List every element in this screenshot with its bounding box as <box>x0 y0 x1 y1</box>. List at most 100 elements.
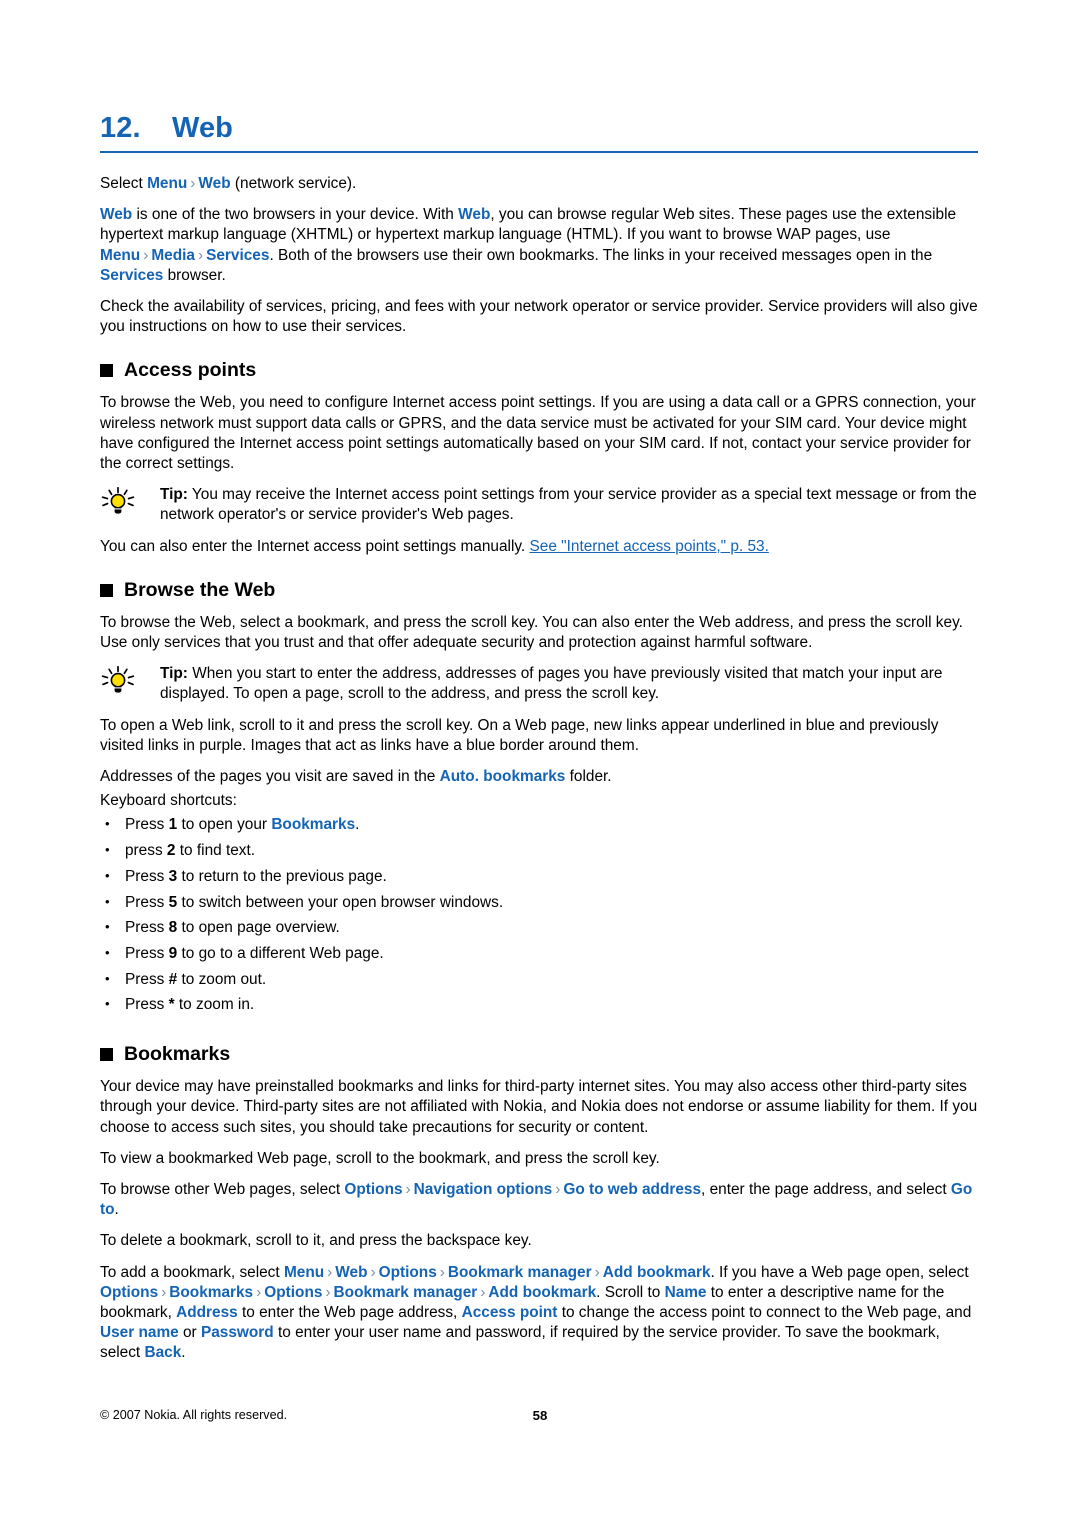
shortcut-mid: to switch between your open browser wind… <box>177 893 504 911</box>
shortcut-lead: Press <box>125 893 169 911</box>
shortcut-tail: . <box>355 816 360 834</box>
browse-paragraph-1: To browse the Web, select a bookmark, an… <box>100 613 963 652</box>
ui-term-options: Options <box>344 1180 403 1198</box>
shortcut-lead: press <box>125 842 167 860</box>
angle-bracket-separator-icon: › <box>555 1180 561 1198</box>
page-content: 12. Web Select Menu › Web (network service)… <box>100 112 980 1375</box>
ui-term-options-2: Options <box>100 1283 159 1301</box>
angle-bracket-separator-icon: › <box>256 1283 262 1301</box>
select-label: Select <box>100 175 143 192</box>
list-item: Press 9 to go to a different Web page. <box>100 943 980 970</box>
shortcut-lead: Press <box>125 944 169 962</box>
browse-other-tail: . <box>114 1201 119 1219</box>
chapter-number: 12. <box>100 112 141 144</box>
auto-bookmarks-lead: Addresses of the pages you visit are sav… <box>100 768 440 786</box>
shortcut-lead: Press <box>125 970 169 988</box>
list-item: press 2 to find text. <box>100 840 980 867</box>
angle-bracket-separator-icon: › <box>327 1263 333 1281</box>
angle-bracket-separator-icon: › <box>143 246 149 264</box>
ui-term-bookmark-manager-2: Bookmark manager <box>333 1283 478 1301</box>
shortcut-mid: to zoom in. <box>174 996 255 1014</box>
ui-term-options-3: Options <box>264 1283 323 1301</box>
black-square-bullet-icon <box>100 583 113 597</box>
ui-term-user-name: User name <box>100 1324 179 1342</box>
intro-text-1: is one of the two browsers in your devic… <box>132 206 459 224</box>
tip-body: You may receive the Internet access poin… <box>160 486 977 524</box>
section-heading-browse-the-web: Browse the Web <box>100 579 980 602</box>
ui-term-name: Name <box>664 1283 707 1301</box>
bookmarks-paragraph-5: To add a bookmark, select Menu › Web › Optio… <box>100 1263 980 1364</box>
ui-term-services-1: Services <box>206 246 270 264</box>
ui-term-navigation-options: Navigation options <box>413 1180 553 1198</box>
shortcut-mid: to go to a different Web page. <box>177 944 384 962</box>
tip-text-access-points: Tip: You may receive the Internet access… <box>160 485 980 525</box>
network-service-note: (network service). <box>234 175 357 192</box>
section-heading-label: Access points <box>124 359 257 382</box>
ui-term-add-bookmark-2: Add bookmark <box>488 1283 597 1301</box>
tip-block-browse: Tip: When you start to enter the address… <box>100 664 980 704</box>
intro-text-3: . Both of the browsers use their own boo… <box>269 246 933 264</box>
intro-select-line: Select Menu › Web (network service). <box>100 174 980 194</box>
add-bookmark-text-5: to enter the Web page address, <box>237 1303 462 1321</box>
tip-text-browse: Tip: When you start to enter the address… <box>160 664 980 704</box>
angle-bracket-separator-icon: › <box>594 1263 600 1281</box>
ui-term-web: Web <box>198 175 231 192</box>
auto-bookmarks-line: Addresses of the pages you visit are sav… <box>100 767 980 787</box>
ui-term-menu: Menu <box>283 1263 325 1281</box>
black-square-bullet-icon <box>100 364 113 378</box>
shortcut-mid: to zoom out. <box>177 970 267 988</box>
add-bookmark-text-9: . <box>181 1344 186 1362</box>
tip-block-access-points: Tip: You may receive the Internet access… <box>100 485 980 525</box>
title-divider <box>100 151 978 153</box>
ui-term-bookmark-manager: Bookmark manager <box>447 1263 592 1281</box>
ui-term-access-point: Access point <box>461 1303 558 1321</box>
ui-term-media: Media <box>151 246 195 264</box>
shortcut-key: 9 <box>168 944 178 962</box>
shortcut-lead: Press <box>125 919 169 937</box>
ui-term-services-2: Services <box>100 266 164 284</box>
access-points-paragraph-1: To browse the Web, you need to configure… <box>100 394 976 473</box>
list-item: Press 8 to open page overview. <box>100 917 980 944</box>
angle-bracket-separator-icon: › <box>325 1283 331 1301</box>
shortcut-lead: Press <box>125 816 169 834</box>
shortcut-lead: Press <box>125 996 169 1014</box>
auto-bookmarks-tail: folder. <box>565 768 612 786</box>
browse-other-lead: To browse other Web pages, select <box>100 1180 345 1198</box>
list-item: Press 1 to open your Bookmarks. <box>100 814 980 841</box>
add-bookmark-text-7: or <box>178 1324 201 1342</box>
lightbulb-icon <box>100 666 136 696</box>
intro-text-4: browser. <box>163 266 226 284</box>
intro-paragraph-2: Check the availability of services, pric… <box>100 298 978 336</box>
cross-reference-link[interactable]: See "Internet access points," p. 53. <box>530 538 769 555</box>
ui-term-web-2: Web <box>458 206 491 224</box>
section-heading-label: Browse the Web <box>124 578 276 601</box>
section-heading-bookmarks: Bookmarks <box>100 1043 980 1066</box>
bookmarks-paragraph-1: Your device may have preinstalled bookma… <box>100 1078 978 1136</box>
angle-bracket-separator-icon: › <box>480 1283 486 1301</box>
bookmarks-paragraph-2: To view a bookmarked Web page, scroll to… <box>100 1149 660 1167</box>
shortcut-key: 5 <box>168 893 178 911</box>
ui-term-web: Web <box>335 1263 368 1281</box>
ui-term-password: Password <box>200 1324 274 1342</box>
angle-bracket-separator-icon: › <box>197 246 204 264</box>
tip-body: When you start to enter the address, add… <box>160 665 943 703</box>
ui-term-back: Back <box>144 1344 182 1362</box>
shortcut-key: 8 <box>168 919 178 937</box>
ui-term-web-1: Web <box>100 206 133 224</box>
list-item: Press 3 to return to the previous page. <box>100 866 980 893</box>
shortcut-key: # <box>168 970 178 988</box>
ui-term-address: Address <box>176 1303 238 1321</box>
ui-term-go-to-web-address: Go to web address <box>563 1180 702 1198</box>
list-item: Press * to zoom in. <box>100 994 980 1021</box>
section-heading-access-points: Access points <box>100 359 980 382</box>
manual-page: 12. Web Select Menu › Web (network service)… <box>0 0 1080 1527</box>
shortcut-key: 1 <box>168 816 178 834</box>
black-square-bullet-icon <box>100 1048 113 1062</box>
ui-term-menu: Menu <box>147 175 188 192</box>
page-title: 12. Web <box>100 112 980 151</box>
add-bookmark-lead: To add a bookmark, select <box>100 1263 284 1281</box>
shortcut-lead: Press <box>125 867 169 885</box>
intro-paragraph-1: Web is one of the two browsers in your d… <box>100 205 980 286</box>
angle-bracket-separator-icon: › <box>161 1283 167 1301</box>
add-bookmark-text-6: to change the access point to connect to… <box>557 1303 972 1321</box>
